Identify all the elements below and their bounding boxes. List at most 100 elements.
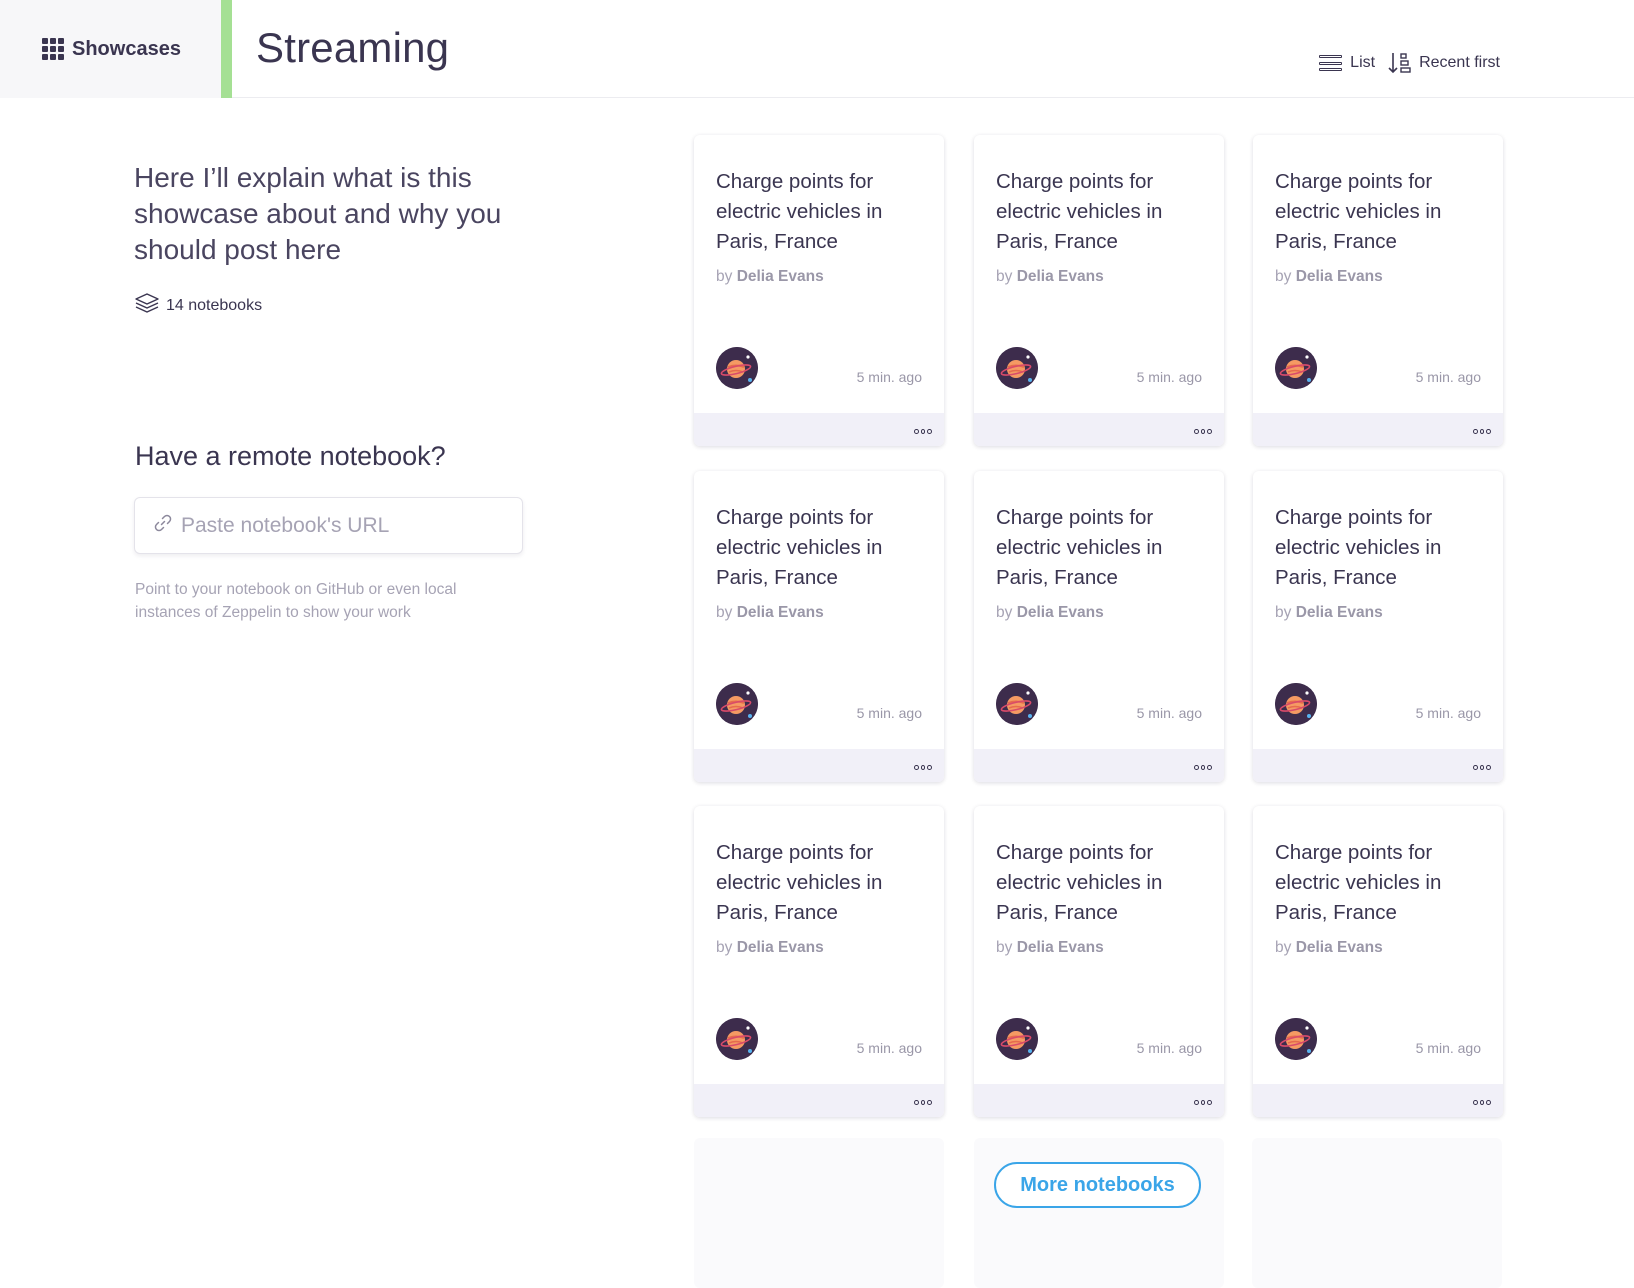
notebook-url-field[interactable] [134, 497, 523, 554]
notebook-title: Charge points for electric vehicles in P… [716, 841, 883, 924]
notebook-card[interactable]: Charge points for electric vehicles in P… [1253, 471, 1503, 782]
placeholder-card [974, 1138, 1224, 1288]
notebook-timestamp: 5 min. ago [856, 369, 922, 385]
by-label: by [1275, 268, 1292, 285]
notebook-title: Charge points for electric vehicles in P… [996, 506, 1163, 589]
notebook-author: by Delia Evans [716, 268, 824, 286]
card-footer [974, 1084, 1224, 1117]
avatar[interactable] [996, 683, 1038, 725]
notebook-title: Charge points for electric vehicles in P… [1275, 170, 1442, 253]
author-name[interactable]: Delia Evans [1017, 939, 1104, 956]
avatar[interactable] [996, 347, 1038, 389]
more-options-icon[interactable] [914, 1097, 933, 1107]
author-name[interactable]: Delia Evans [1296, 939, 1383, 956]
notebook-card[interactable]: Charge points for electric vehicles in P… [974, 135, 1224, 446]
list-view-toggle[interactable]: List [1319, 54, 1375, 72]
avatar[interactable] [716, 1018, 758, 1060]
notebook-timestamp: 5 min. ago [1415, 705, 1481, 721]
more-options-icon[interactable] [1473, 1097, 1492, 1107]
author-name[interactable]: Delia Evans [1017, 604, 1104, 621]
notebook-timestamp: 5 min. ago [1136, 705, 1202, 721]
author-name[interactable]: Delia Evans [1296, 268, 1383, 285]
page-title: Streaming [256, 24, 450, 71]
more-options-icon[interactable] [914, 762, 933, 772]
avatar[interactable] [716, 347, 758, 389]
avatar[interactable] [1275, 683, 1317, 725]
author-name[interactable]: Delia Evans [737, 604, 824, 621]
notebook-card[interactable]: Charge points for electric vehicles in P… [694, 806, 944, 1117]
notebook-title: Charge points for electric vehicles in P… [996, 841, 1163, 924]
showcases-label: Showcases [72, 37, 181, 60]
placeholder-card [1252, 1138, 1502, 1288]
more-options-icon[interactable] [1473, 762, 1492, 772]
notebook-author: by Delia Evans [1275, 939, 1383, 957]
notebook-card[interactable]: Charge points for electric vehicles in P… [1253, 806, 1503, 1117]
sort-label: Recent first [1419, 54, 1500, 71]
more-options-icon[interactable] [1194, 762, 1213, 772]
card-footer [1253, 749, 1503, 782]
notebook-title: Charge points for electric vehicles in P… [996, 170, 1163, 253]
more-options-icon[interactable] [1473, 426, 1492, 436]
placeholder-card [694, 1138, 944, 1288]
avatar[interactable] [1275, 347, 1317, 389]
author-name[interactable]: Delia Evans [737, 268, 824, 285]
showcases-nav-button[interactable]: Showcases [0, 0, 221, 98]
showcase-description: Here I’ll explain what is this showcase … [134, 162, 502, 265]
by-label: by [716, 604, 733, 621]
avatar[interactable] [1275, 1018, 1317, 1060]
notebook-author: by Delia Evans [716, 604, 824, 622]
url-hint: Point to your notebook on GitHub or even… [135, 581, 457, 621]
by-label: by [1275, 939, 1292, 956]
notebook-url-input[interactable] [181, 513, 501, 538]
sort-icon [1387, 52, 1411, 74]
card-footer [1253, 1084, 1503, 1117]
more-notebooks-button[interactable]: More notebooks [994, 1162, 1201, 1208]
accent-bar [221, 0, 232, 98]
card-footer [694, 1084, 944, 1117]
card-footer [1253, 413, 1503, 446]
notebook-author: by Delia Evans [716, 939, 824, 957]
notebook-card[interactable]: Charge points for electric vehicles in P… [1253, 135, 1503, 446]
notebook-card[interactable]: Charge points for electric vehicles in P… [974, 806, 1224, 1117]
more-options-icon[interactable] [1194, 426, 1213, 436]
author-name[interactable]: Delia Evans [1017, 268, 1104, 285]
notebook-count-label: 14 notebooks [166, 296, 263, 314]
card-footer [974, 749, 1224, 782]
card-footer [974, 413, 1224, 446]
notebook-author: by Delia Evans [1275, 604, 1383, 622]
notebook-timestamp: 5 min. ago [1136, 1040, 1202, 1056]
by-label: by [996, 268, 1013, 285]
avatar[interactable] [716, 683, 758, 725]
notebook-card[interactable]: Charge points for electric vehicles in P… [694, 135, 944, 446]
top-header: Showcases Streaming List Recent first [0, 0, 1634, 98]
list-view-label: List [1350, 54, 1376, 71]
grid-icon [42, 38, 64, 60]
author-name[interactable]: Delia Evans [737, 939, 824, 956]
notebook-author: by Delia Evans [996, 268, 1104, 286]
more-options-icon[interactable] [914, 426, 933, 436]
by-label: by [716, 939, 733, 956]
notebook-card[interactable]: Charge points for electric vehicles in P… [694, 471, 944, 782]
notebook-author: by Delia Evans [996, 939, 1104, 957]
view-controls: List Recent first [1319, 52, 1500, 74]
by-label: by [996, 604, 1013, 621]
notebook-timestamp: 5 min. ago [1136, 369, 1202, 385]
link-icon [153, 513, 173, 538]
card-footer [694, 413, 944, 446]
author-name[interactable]: Delia Evans [1296, 604, 1383, 621]
list-icon [1319, 55, 1343, 71]
notebook-title: Charge points for electric vehicles in P… [1275, 841, 1442, 924]
card-footer [694, 749, 944, 782]
sort-dropdown[interactable]: Recent first [1387, 52, 1500, 74]
remote-notebook-heading: Have a remote notebook? [135, 441, 446, 471]
more-options-icon[interactable] [1194, 1097, 1213, 1107]
notebook-timestamp: 5 min. ago [1415, 1040, 1481, 1056]
by-label: by [716, 268, 733, 285]
notebook-author: by Delia Evans [996, 604, 1104, 622]
notebook-author: by Delia Evans [1275, 268, 1383, 286]
notebook-title: Charge points for electric vehicles in P… [1275, 506, 1442, 589]
avatar[interactable] [996, 1018, 1038, 1060]
by-label: by [996, 939, 1013, 956]
notebook-count: 14 notebooks [134, 292, 262, 319]
notebook-card[interactable]: Charge points for electric vehicles in P… [974, 471, 1224, 782]
